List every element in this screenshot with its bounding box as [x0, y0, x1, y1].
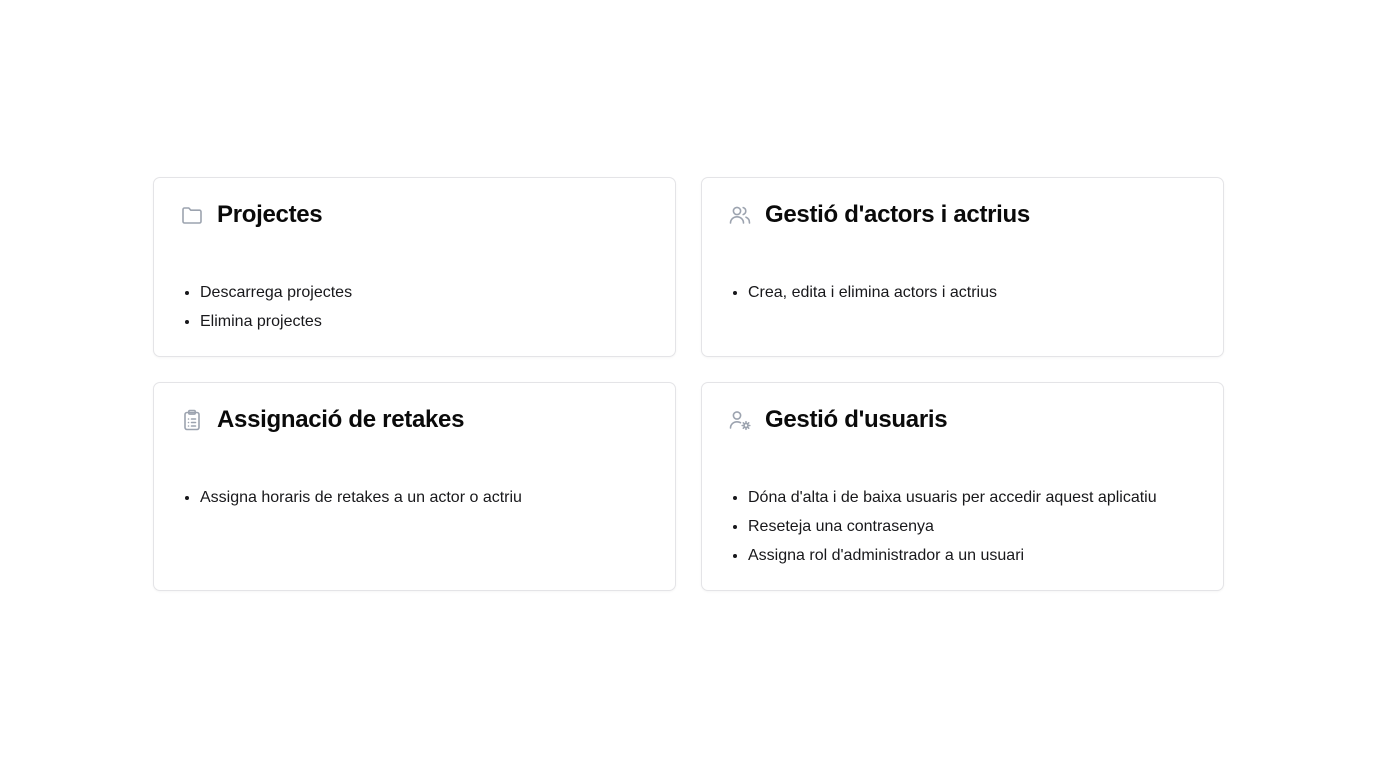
card-assignacio-retakes[interactable]: Assignació de retakes Assigna horaris de… — [153, 382, 676, 591]
card-header: Projectes — [180, 202, 649, 228]
users-icon — [728, 203, 752, 227]
list-item: Assigna rol d'administrador a un usuari — [748, 541, 1197, 570]
list-item: Reseteja una contrasenya — [748, 512, 1197, 541]
clipboard-list-icon — [180, 408, 204, 432]
list-item: Elimina projectes — [200, 307, 649, 336]
dashboard-card-grid: Projectes Descarrega projectes Elimina p… — [153, 177, 1224, 591]
list-item: Crea, edita i elimina actors i actrius — [748, 278, 1197, 307]
card-feature-list: Assigna horaris de retakes a un actor o … — [180, 483, 649, 512]
card-gestio-usuaris[interactable]: Gestió d'usuaris Dóna d'alta i de baixa … — [701, 382, 1224, 591]
card-title: Assignació de retakes — [217, 406, 465, 433]
list-item: Dóna d'alta i de baixa usuaris per acced… — [748, 483, 1197, 512]
list-item: Descarrega projectes — [200, 278, 649, 307]
list-item: Assigna horaris de retakes a un actor o … — [200, 483, 649, 512]
card-header: Gestió d'actors i actrius — [728, 202, 1197, 228]
user-cog-icon — [728, 408, 752, 432]
card-feature-list: Descarrega projectes Elimina projectes — [180, 278, 649, 336]
card-title: Gestió d'usuaris — [765, 406, 948, 433]
card-feature-list: Crea, edita i elimina actors i actrius — [728, 278, 1197, 307]
card-gestio-actors[interactable]: Gestió d'actors i actrius Crea, edita i … — [701, 177, 1224, 357]
folder-icon — [180, 203, 204, 227]
card-feature-list: Dóna d'alta i de baixa usuaris per acced… — [728, 483, 1197, 570]
card-header: Assignació de retakes — [180, 407, 649, 433]
card-header: Gestió d'usuaris — [728, 407, 1197, 433]
card-projectes[interactable]: Projectes Descarrega projectes Elimina p… — [153, 177, 676, 357]
card-title: Gestió d'actors i actrius — [765, 201, 1030, 228]
card-title: Projectes — [217, 201, 323, 228]
